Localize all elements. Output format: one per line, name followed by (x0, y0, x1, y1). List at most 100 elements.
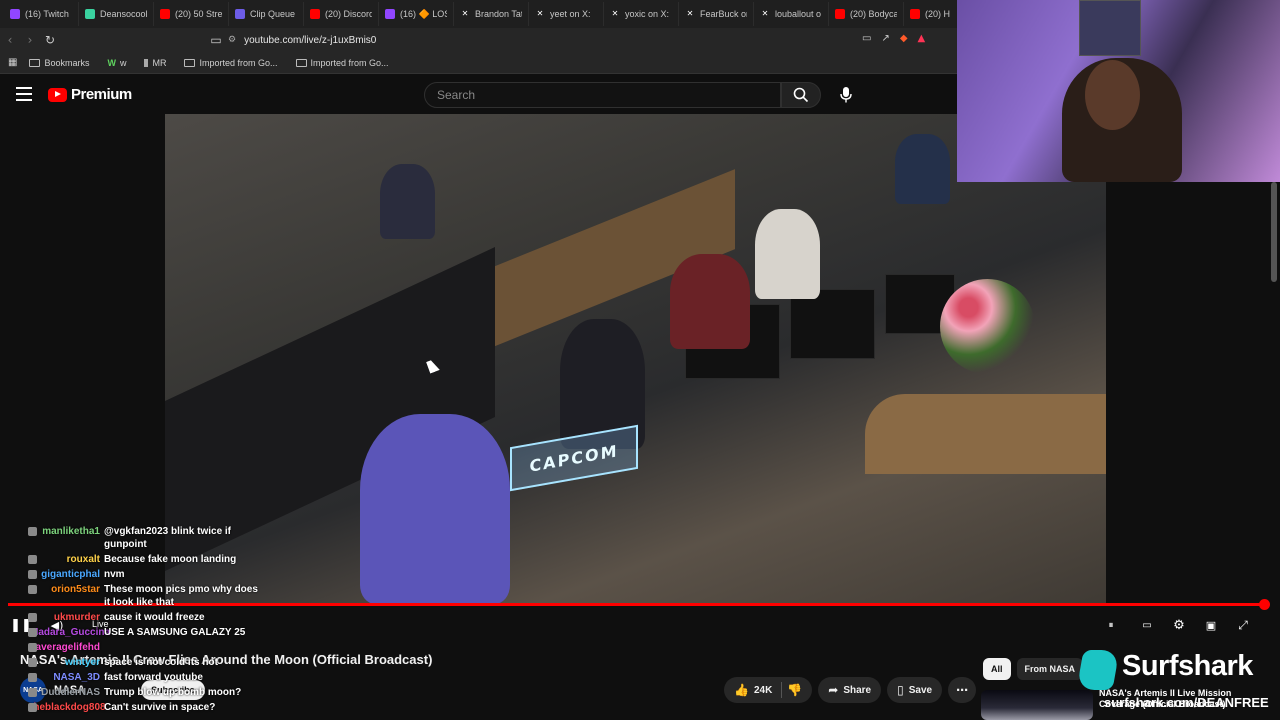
youtube-premium-logo[interactable]: Premium (48, 86, 132, 103)
miniplayer-icon[interactable]: ▣ (1198, 612, 1224, 638)
browser-tab[interactable]: ✕ Brandon Tat (454, 2, 529, 26)
page-scrollbar[interactable] (1271, 182, 1277, 282)
progress-scrubber[interactable] (1259, 599, 1270, 610)
x-icon: ✕ (536, 9, 544, 18)
rewards-icon[interactable]: ▲ (918, 33, 926, 44)
browser-tab[interactable]: Deansocool (79, 2, 154, 26)
more-actions-button[interactable]: ⋯ (948, 677, 977, 703)
chat-message: manliketha1 @vgkfan2023 blink twice if gu… (0, 525, 290, 551)
share-button[interactable]: ➦ Share (818, 677, 882, 703)
share-page-icon[interactable]: ↗ (881, 33, 889, 44)
browser-tab[interactable]: ✕ FearBuck on (679, 2, 754, 26)
menu-icon[interactable] (16, 87, 32, 101)
apps-grid-icon[interactable]: ▦ (8, 57, 17, 68)
person-headset (360, 414, 510, 604)
browser-tab-label: (20) H (925, 9, 951, 19)
bookmark-imported-2[interactable]: Imported from Go... (290, 54, 395, 72)
person-back-left (380, 164, 435, 239)
youtube-icon (160, 9, 170, 19)
chat-username[interactable]: rouxalt (30, 553, 104, 566)
chat-username[interactable]: manliketha1 (30, 525, 104, 538)
like-count: 24K (753, 684, 773, 696)
save-button[interactable]: ▯ Save (887, 677, 943, 703)
browser-tab[interactable]: Clip Queue (229, 2, 304, 26)
search-input[interactable]: Search (424, 82, 781, 108)
browser-tab[interactable]: ✕ yoxic on X: (604, 2, 679, 26)
bookmark-star-icon[interactable]: ▭ (206, 30, 226, 50)
monitor (790, 289, 875, 359)
browser-tab[interactable]: ✕ louballout o (754, 2, 829, 26)
youtube-icon (910, 9, 920, 19)
sponsor-url: surfshark.com/DEANFREE (1104, 695, 1269, 710)
chat-text: Trump blow up bomb moon? (104, 687, 242, 698)
share-icon: ➦ (828, 683, 839, 697)
flower-bouquet (940, 279, 1035, 374)
folder-icon (295, 58, 307, 67)
chat-username[interactable]: DuddlerNAS (30, 686, 104, 699)
chat-username[interactable]: ukmurder (30, 611, 104, 624)
brave-shield-icon[interactable]: ◆ (900, 33, 908, 44)
chat-badge-icon (28, 613, 37, 622)
bookmark-imported-1[interactable]: Imported from Go... (178, 54, 283, 72)
surfshark-logo-icon (1076, 650, 1120, 690)
browser-tab[interactable]: (16) 🔶 LOS (379, 2, 454, 26)
cast-icon[interactable]: ▭ (862, 33, 871, 44)
autoplay-toggle-icon[interactable]: ⏸ (1098, 612, 1124, 638)
chip-from-nasa[interactable]: From NASA (1016, 658, 1084, 680)
chat-username[interactable]: giganticphal (30, 568, 104, 581)
chat-message: rouxalt Because fake moon landing (0, 553, 290, 566)
chat-username[interactable]: averagelifehd (30, 641, 104, 654)
browser-tab-label: FearBuck on (700, 9, 747, 19)
browser-tab[interactable]: (20) 50 Stre (154, 2, 229, 26)
chat-username[interactable]: wintyer (30, 656, 104, 669)
site-info-icon[interactable]: ⚙ (228, 35, 236, 45)
chat-text: These moon pics pmo why does it look lik… (104, 584, 258, 608)
youtube-play-icon (48, 87, 67, 102)
recommended-thumbnail[interactable] (981, 690, 1093, 720)
chat-message: Madara_Guccina USE A SAMSUNG GALAZY 25 (0, 626, 290, 639)
bookmark-mr[interactable]: MR (138, 54, 172, 72)
settings-icon[interactable]: ⚙ (1166, 612, 1192, 638)
extension-icons[interactable]: ▭ ↗ ◆ ▲ (862, 33, 925, 44)
sponsor-overlay: Surfshark surfshark.com/DEANFREE (1076, 648, 1280, 712)
captions-icon[interactable]: ▭ (1134, 612, 1160, 638)
chat-username[interactable]: orion5star (30, 583, 104, 596)
url-text: youtube.com/live/z-j1uxBmis0 (244, 34, 377, 46)
video-player[interactable]: CAPCOM (165, 114, 1106, 604)
browser-tab[interactable]: (16) Twitch (4, 2, 79, 26)
like-button[interactable]: 👍 24K 👎 (724, 677, 813, 703)
fullscreen-icon[interactable]: ⤢ (1230, 612, 1256, 638)
voice-search-button[interactable] (832, 81, 860, 109)
browser-tab[interactable]: (20) Discord (304, 2, 379, 26)
chip-all[interactable]: All (983, 658, 1011, 680)
chat-message: theblackdog808 Can't survive in space? (0, 701, 290, 714)
browser-tab-label: (16) Twitch (25, 9, 69, 19)
chat-text: fast forward youtube (104, 672, 203, 683)
browser-tab-label: louballout o (775, 9, 822, 19)
bookmark-icon: ▯ (897, 683, 904, 697)
chat-username[interactable]: NASA_3D (30, 671, 104, 684)
forward-icon[interactable]: › (20, 30, 40, 50)
person-white-shirt (755, 209, 820, 299)
browser-tab[interactable]: (20) Bodyca (829, 2, 904, 26)
chat-message: ukmurder cause it would freeze (0, 611, 290, 624)
chat-username[interactable]: theblackdog808 (30, 701, 106, 714)
address-bar[interactable]: ⚙ youtube.com/live/z-j1uxBmis0 (228, 30, 948, 50)
browser-tab-label: (16) 🔶 LOS (400, 8, 447, 19)
chat-text: nvm (104, 569, 125, 580)
search-button[interactable] (781, 82, 821, 108)
sponsor-name: Surfshark (1122, 650, 1253, 682)
bookmark-bookmarks[interactable]: Bookmarks (23, 54, 95, 72)
more-icon: ⋯ (956, 683, 969, 697)
thumbs-down-icon[interactable]: 👎 (787, 683, 802, 697)
bookmark-w[interactable]: Ww (101, 54, 132, 72)
reload-icon[interactable]: ↻ (40, 30, 60, 50)
back-icon[interactable]: ‹ (0, 30, 20, 50)
chat-message: DuddlerNAS Trump blow up bomb moon? (0, 686, 290, 699)
browser-tab-label: (20) Bodyca (850, 9, 897, 19)
youtube-icon (310, 9, 320, 19)
browser-tab[interactable]: ✕ yeet on X: (529, 2, 604, 26)
chat-username[interactable]: Madara_Guccina (30, 626, 110, 639)
chat-badge-icon (28, 703, 37, 712)
folder-icon (29, 58, 41, 67)
